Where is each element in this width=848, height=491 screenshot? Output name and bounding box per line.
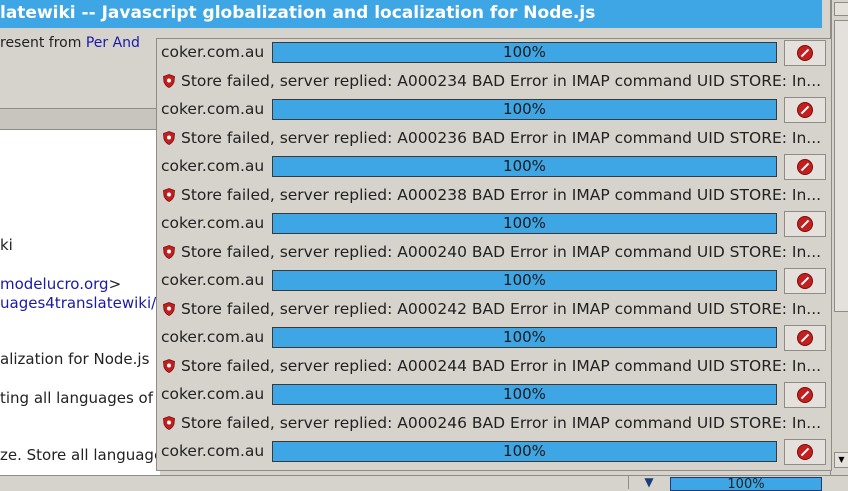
progress-label: 100%: [503, 442, 546, 460]
arrow-down-icon[interactable]: ▼: [834, 452, 848, 468]
progress-bar: 100%: [272, 327, 777, 348]
stop-button[interactable]: [784, 154, 826, 180]
header-from: resent from Per And: [0, 35, 140, 51]
error-message: Store failed, server replied: A000242 BA…: [181, 300, 822, 318]
progress-label: 100%: [503, 43, 546, 61]
body-link[interactable]: uages4translatewiki/: [0, 294, 156, 312]
progress-label: 100%: [503, 214, 546, 232]
error-message: Store failed, server replied: A000246 BA…: [181, 414, 822, 432]
error-message-row: Store failed, server replied: A000240 BA…: [157, 238, 831, 266]
progress-row: coker.com.au 100%: [157, 39, 831, 67]
stop-button[interactable]: [784, 439, 826, 465]
shield-error-icon: [163, 245, 175, 259]
body-link[interactable]: modelucro.org>: [0, 275, 121, 293]
progress-row: coker.com.au 100%: [157, 267, 831, 295]
scroll-thumb[interactable]: [834, 20, 848, 312]
progress-row: coker.com.au 100%: [157, 96, 831, 124]
progress-bar: 100%: [272, 441, 777, 462]
progress-bar: 100%: [272, 42, 777, 63]
error-message-row: Store failed, server replied: A000236 BA…: [157, 124, 831, 152]
scroll-up-button[interactable]: [834, 2, 848, 16]
popup-scrollbar[interactable]: ▼: [831, 0, 848, 470]
error-message: Store failed, server replied: A000234 BA…: [181, 72, 822, 90]
host-label: coker.com.au: [161, 328, 265, 346]
host-label: coker.com.au: [161, 43, 265, 61]
stop-button[interactable]: [784, 211, 826, 237]
progress-bar: 100%: [272, 270, 777, 291]
progress-row: coker.com.au 100%: [157, 438, 831, 466]
progress-bar: 100%: [272, 99, 777, 120]
stop-button[interactable]: [784, 97, 826, 123]
host-label: coker.com.au: [161, 385, 265, 403]
shield-error-icon: [163, 416, 175, 430]
error-message-row: Store failed, server replied: A000246 BA…: [157, 409, 831, 437]
stop-icon: [797, 273, 813, 289]
progress-row: coker.com.au 100%: [157, 381, 831, 409]
body-link-suffix: >: [108, 275, 122, 293]
error-message: Store failed, server replied: A000240 BA…: [181, 243, 822, 261]
stop-icon: [797, 159, 813, 175]
stop-icon: [797, 444, 813, 460]
progress-label: 100%: [503, 385, 546, 403]
host-label: coker.com.au: [161, 442, 265, 460]
progress-label: 100%: [503, 100, 546, 118]
host-label: coker.com.au: [161, 100, 265, 118]
shield-error-icon: [163, 302, 175, 316]
header-from-prefix: resent from: [0, 35, 86, 51]
progress-bar: 100%: [272, 156, 777, 177]
progress-label: 100%: [503, 328, 546, 346]
stop-button[interactable]: [784, 40, 826, 66]
shield-error-icon: [163, 359, 175, 373]
body-line: ki: [0, 236, 13, 254]
host-label: coker.com.au: [161, 271, 265, 289]
stop-icon: [797, 102, 813, 118]
stop-button[interactable]: [784, 325, 826, 351]
host-label: coker.com.au: [161, 214, 265, 232]
stop-icon: [797, 216, 813, 232]
attachment-bar: [0, 109, 160, 130]
window-title: latewiki -- Javascript globalization and…: [0, 0, 822, 28]
message-body: ki modelucro.org> uages4translatewiki/ a…: [0, 130, 160, 475]
progress-bar: 100%: [272, 213, 777, 234]
error-message: Store failed, server replied: A000236 BA…: [181, 129, 822, 147]
body-line: ze. Store all language: [0, 446, 160, 464]
stop-icon: [797, 330, 813, 346]
shield-error-icon: [163, 131, 175, 145]
error-message-row: Store failed, server replied: A000244 BA…: [157, 352, 831, 380]
error-message-row: Store failed, server replied: A000238 BA…: [157, 181, 831, 209]
body-line: alization for Node.js: [0, 350, 150, 368]
body-link-text[interactable]: modelucro.org: [0, 275, 109, 293]
shield-error-icon: [163, 74, 175, 88]
progress-row: coker.com.au 100%: [157, 324, 831, 352]
error-message: Store failed, server replied: A000244 BA…: [181, 357, 822, 375]
sender-link[interactable]: Per And: [86, 35, 140, 51]
stop-icon: [797, 387, 813, 403]
stop-button[interactable]: [784, 382, 826, 408]
progress-label: 100%: [503, 157, 546, 175]
shield-error-icon: [163, 188, 175, 202]
error-message-row: Store failed, server replied: A000234 BA…: [157, 67, 831, 95]
stop-button[interactable]: [784, 268, 826, 294]
host-label: coker.com.au: [161, 157, 265, 175]
error-message: Store failed, server replied: A000238 BA…: [181, 186, 822, 204]
error-message-row: Store failed, server replied: A000242 BA…: [157, 295, 831, 323]
arrow-down-icon[interactable]: ▼: [628, 476, 669, 489]
progress-popup: coker.com.au 100% Store failed, server rep…: [156, 38, 832, 471]
progress-label: 100%: [503, 271, 546, 289]
stop-icon: [797, 45, 813, 61]
progress-row: coker.com.au 100%: [157, 210, 831, 238]
progress-bar: 100%: [272, 384, 777, 405]
body-line: ting all languages of: [0, 389, 154, 407]
progress-row: coker.com.au 100%: [157, 153, 831, 181]
